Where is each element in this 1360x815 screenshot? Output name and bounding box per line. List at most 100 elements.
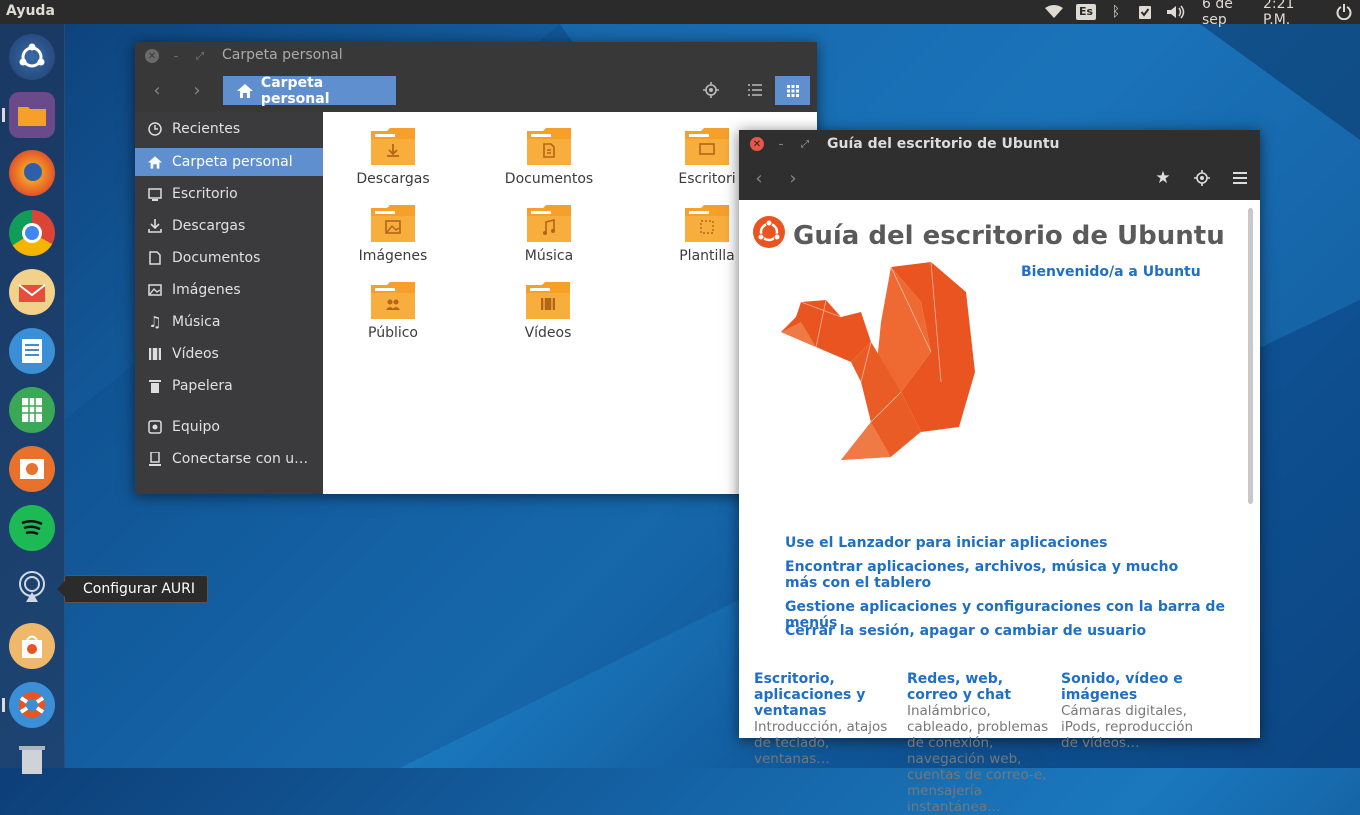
- welcome-link[interactable]: Bienvenido/a a Ubuntu: [1021, 264, 1201, 280]
- clock-indicator[interactable]: 2:21 P.M.: [1263, 0, 1325, 28]
- download-icon: [147, 218, 163, 234]
- sidebar-item-carpeta-personal[interactable]: Carpeta personal: [135, 148, 323, 176]
- window-title: Carpeta personal: [222, 47, 343, 63]
- sidebar-item-recientes[interactable]: Recientes: [135, 115, 323, 143]
- dash-launcher[interactable]: [9, 34, 55, 80]
- top-panel: Ayuda Es ᛒ 6 de sep 2:21 P.M.: [0, 0, 1360, 28]
- folder-musica[interactable]: Música: [474, 204, 624, 264]
- hamburger-menu-icon[interactable]: [1230, 168, 1250, 188]
- folder-template-icon: [685, 204, 729, 242]
- forward-button[interactable]: ›: [783, 168, 803, 189]
- folder-descargas[interactable]: Descargas: [318, 127, 468, 187]
- topic-escritorio[interactable]: Escritorio, aplicaciones y ventanas Intr…: [754, 671, 889, 767]
- folder-videos[interactable]: Vídeos: [473, 281, 623, 341]
- files-toolbar: ‹ › Carpeta personal: [135, 70, 817, 112]
- mail-icon: [18, 284, 46, 302]
- folder-documentos[interactable]: Documentos: [474, 127, 624, 187]
- presentation-icon: [20, 459, 44, 479]
- window-title: Guía del escritorio de Ubuntu: [827, 136, 1060, 152]
- folder-icon: [18, 107, 46, 126]
- trash-icon: [19, 746, 45, 774]
- sidebar-item-equipo[interactable]: Equipo: [135, 413, 323, 441]
- link-lanzador[interactable]: Use el Lanzador para iniciar aplicacione…: [785, 535, 1205, 551]
- grid-view-icon[interactable]: [775, 76, 810, 105]
- server-icon: [147, 451, 163, 467]
- minimize-icon[interactable]: –: [169, 49, 183, 63]
- document-icon: [22, 339, 42, 363]
- sidebar-item-musica[interactable]: ♫ Música: [135, 308, 323, 336]
- bluetooth-icon[interactable]: ᛒ: [1108, 3, 1124, 21]
- volume-icon[interactable]: [1164, 3, 1188, 21]
- back-button[interactable]: ‹: [749, 168, 769, 189]
- spotify-launcher[interactable]: [9, 505, 55, 551]
- sidebar-item-escritorio[interactable]: Escritorio: [135, 180, 323, 208]
- folder-desktop-icon: [685, 127, 729, 165]
- close-icon[interactable]: ✕: [750, 137, 764, 151]
- folder-imagenes[interactable]: Imágenes: [318, 204, 468, 264]
- ubuntu-logo-icon: [753, 216, 785, 248]
- page-title: Guía del escritorio de Ubuntu: [793, 221, 1225, 251]
- chrome-icon: [22, 223, 42, 243]
- sidebar-item-documentos[interactable]: Documentos: [135, 244, 323, 272]
- home-icon: [147, 154, 163, 170]
- writer-launcher[interactable]: [9, 328, 55, 374]
- location-target-icon[interactable]: [701, 80, 721, 100]
- sidebar-item-descargas[interactable]: Descargas: [135, 212, 323, 240]
- help-toolbar: ‹ › ★: [739, 158, 1260, 200]
- date-indicator[interactable]: 6 de sep: [1202, 0, 1258, 28]
- calc-launcher[interactable]: [9, 387, 55, 433]
- help-content: Guía del escritorio de Ubuntu Bienvenido…: [739, 200, 1260, 815]
- trash-launcher[interactable]: [9, 736, 55, 782]
- location-button-home[interactable]: Carpeta personal: [223, 75, 396, 107]
- sidebar-item-papelera[interactable]: Papelera: [135, 372, 323, 400]
- vertical-scrollbar[interactable]: [1248, 208, 1253, 504]
- power-icon[interactable]: [1334, 3, 1354, 21]
- topic-sonido[interactable]: Sonido, vídeo e imágenes Cámaras digital…: [1061, 671, 1201, 751]
- list-view-icon[interactable]: [745, 80, 765, 100]
- folder-music-icon: [527, 204, 571, 242]
- menu-ayuda[interactable]: Ayuda: [6, 3, 55, 19]
- firefox-icon: [24, 163, 42, 181]
- maximize-icon[interactable]: ⤢: [193, 49, 207, 63]
- clock-icon: [147, 121, 163, 137]
- mail-launcher[interactable]: [9, 269, 55, 315]
- folder-publico[interactable]: Público: [318, 281, 468, 341]
- maximize-icon[interactable]: ⤢: [798, 137, 812, 151]
- help-launcher[interactable]: [9, 682, 55, 728]
- keyboard-layout-indicator[interactable]: Es: [1075, 3, 1097, 21]
- location-target-icon[interactable]: [1192, 168, 1212, 188]
- back-button[interactable]: ‹: [147, 80, 167, 101]
- files-window: ✕ – ⤢ Carpeta personal ‹ › Carpeta perso…: [135, 42, 817, 494]
- chrome-launcher[interactable]: [9, 210, 55, 256]
- bookmark-star-icon[interactable]: ★: [1153, 168, 1173, 188]
- sidebar-item-imagenes[interactable]: Imágenes: [135, 276, 323, 304]
- auri-launcher[interactable]: [9, 564, 55, 610]
- launcher-tooltip: Configurar AURI: [56, 575, 209, 603]
- firefox-launcher[interactable]: [9, 150, 55, 196]
- spotify-icon: [21, 520, 43, 536]
- close-icon[interactable]: ✕: [145, 49, 159, 63]
- files-launcher[interactable]: [9, 92, 55, 138]
- link-tablero[interactable]: Encontrar aplicaciones, archivos, música…: [785, 559, 1195, 591]
- link-cerrar-sesion[interactable]: Cerrar la sesión, apagar o cambiar de us…: [785, 623, 1205, 639]
- trash-icon: [147, 378, 163, 394]
- folder-download-icon: [371, 127, 415, 165]
- shopping-bag-icon: [22, 635, 42, 658]
- impress-launcher[interactable]: [9, 446, 55, 492]
- software-launcher[interactable]: [9, 623, 55, 669]
- help-titlebar: ✕ – ⤢ Guía del escritorio de Ubuntu: [739, 130, 1260, 158]
- folder-video-icon: [526, 281, 570, 319]
- document-icon: [147, 250, 163, 266]
- ubuntu-logo-icon: [19, 43, 45, 68]
- forward-button[interactable]: ›: [187, 80, 207, 101]
- wifi-icon[interactable]: [1044, 3, 1064, 21]
- topic-redes[interactable]: Redes, web, correo y chat Inalámbrico, c…: [907, 671, 1052, 815]
- image-icon: [147, 282, 163, 298]
- sidebar-item-videos[interactable]: Vídeos: [135, 340, 323, 368]
- updates-icon[interactable]: [1136, 3, 1154, 21]
- lifebuoy-icon: [19, 692, 45, 718]
- minimize-icon[interactable]: –: [774, 137, 788, 151]
- places-sidebar: Recientes Carpeta personal Escritorio De…: [135, 112, 323, 494]
- sidebar-item-conectarse[interactable]: Conectarse con u…: [135, 445, 323, 473]
- video-icon: [147, 346, 163, 362]
